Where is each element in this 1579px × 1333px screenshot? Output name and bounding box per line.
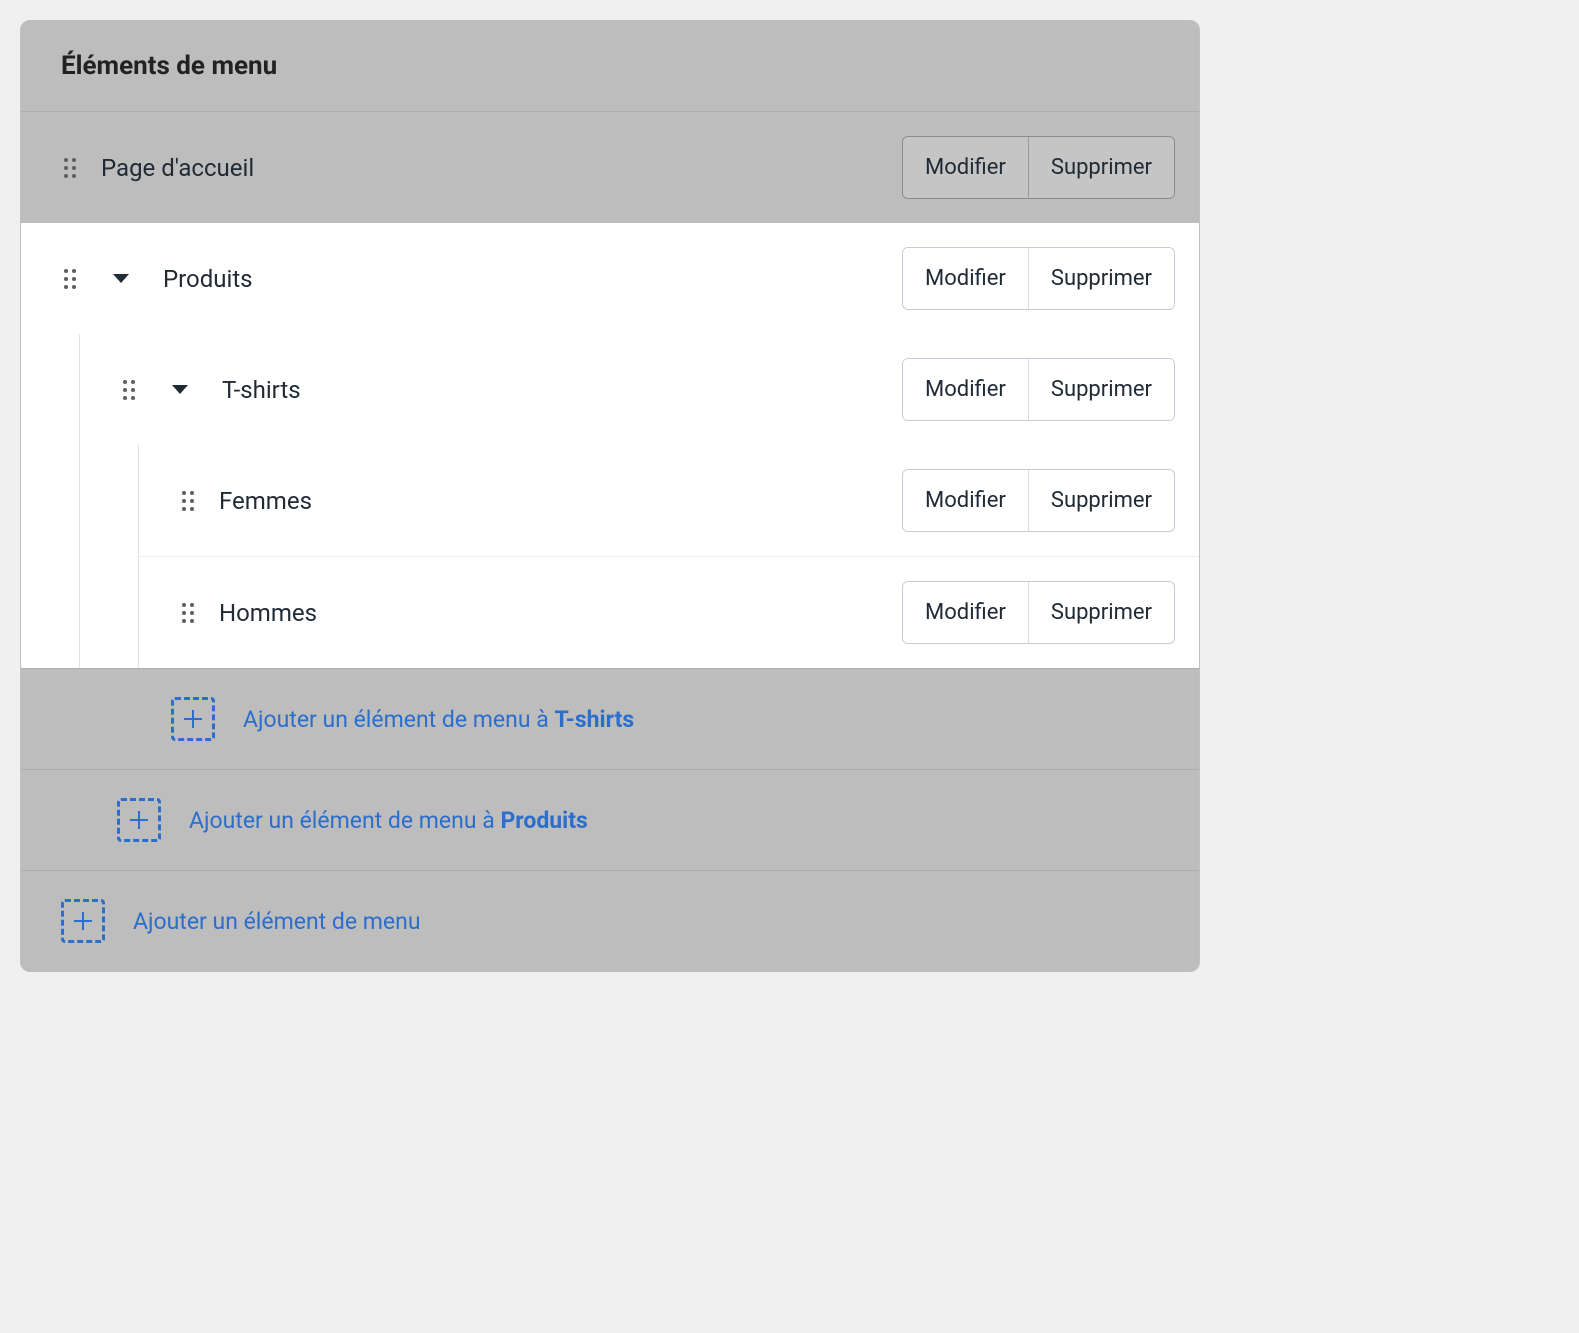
add-prefix: Ajouter un élément de menu à [189,807,500,834]
panel-header: Éléments de menu [21,21,1199,112]
add-prefix: Ajouter un élément de menu à [243,706,554,733]
expanded-zone: Produits Modifier Supprimer T-shirts [21,223,1199,668]
panel-title: Éléments de menu [61,51,1159,81]
edit-button[interactable]: Modifier [903,248,1028,309]
menu-item-label: Produits [163,265,253,293]
action-group: Modifier Supprimer [902,581,1175,644]
drag-handle-icon[interactable] [61,266,79,292]
add-label: Ajouter un élément de menu [133,908,421,935]
edit-button[interactable]: Modifier [903,582,1028,643]
add-root[interactable]: Ajouter un élément de menu [21,870,1199,971]
menu-item-men: Hommes Modifier Supprimer [139,556,1199,668]
add-target: Produits [500,807,587,834]
add-to-tshirts[interactable]: Ajouter un élément de menu à T-shirts [21,668,1199,769]
menu-item-label: Hommes [219,599,317,627]
delete-button[interactable]: Supprimer [1028,470,1174,531]
menu-item-products: Produits Modifier Supprimer [21,223,1199,334]
nested-tshirts: Femmes Modifier Supprimer Hommes [138,445,1199,668]
add-label: Ajouter un élément de menu à Produits [189,807,588,834]
menu-item-label: Femmes [219,487,312,515]
drag-handle-icon[interactable] [61,155,79,181]
menu-item-women: Femmes Modifier Supprimer [139,445,1199,556]
add-target: T-shirts [554,706,634,733]
delete-button[interactable]: Supprimer [1028,248,1174,309]
nested-products: T-shirts Modifier Supprimer Femmes [79,334,1199,668]
add-icon [171,697,215,741]
menu-item-home: Page d'accueil Modifier Supprimer [21,112,1199,223]
chevron-down-icon[interactable] [111,269,131,289]
add-icon [61,899,105,943]
menu-item-tshirts: T-shirts Modifier Supprimer [80,334,1199,445]
delete-button[interactable]: Supprimer [1028,137,1174,198]
drag-handle-icon[interactable] [120,377,138,403]
edit-button[interactable]: Modifier [903,137,1028,198]
edit-button[interactable]: Modifier [903,470,1028,531]
action-group: Modifier Supprimer [902,136,1175,199]
add-to-products[interactable]: Ajouter un élément de menu à Produits [21,769,1199,870]
add-icon [117,798,161,842]
chevron-down-icon[interactable] [170,380,190,400]
action-group: Modifier Supprimer [902,358,1175,421]
delete-button[interactable]: Supprimer [1028,582,1174,643]
menu-item-label: Page d'accueil [101,154,254,182]
drag-handle-icon[interactable] [179,488,197,514]
add-label: Ajouter un élément de menu à T-shirts [243,706,634,733]
drag-handle-icon[interactable] [179,600,197,626]
action-group: Modifier Supprimer [902,469,1175,532]
action-group: Modifier Supprimer [902,247,1175,310]
menu-item-label: T-shirts [222,376,301,404]
delete-button[interactable]: Supprimer [1028,359,1174,420]
menu-items-panel: Éléments de menu Page d'accueil Modifier… [20,20,1200,972]
edit-button[interactable]: Modifier [903,359,1028,420]
